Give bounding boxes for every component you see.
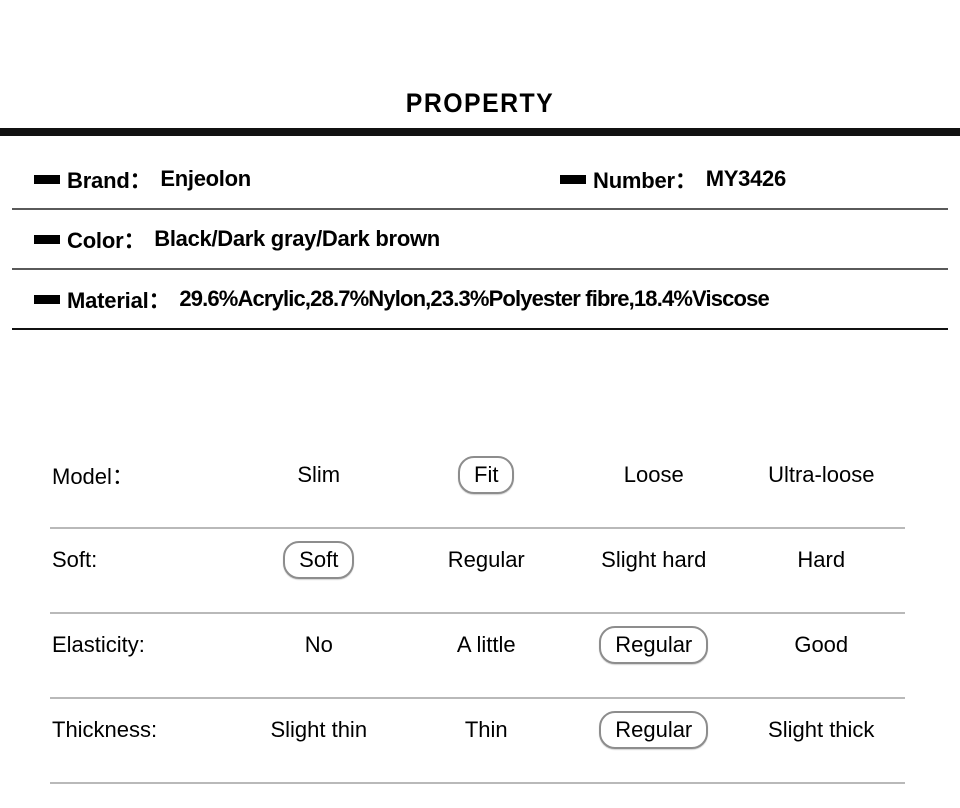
option-label: Slight thin: [270, 717, 368, 742]
attribute-options-soft: Soft Regular Slight hard Hard: [235, 529, 905, 591]
option-label: Regular: [599, 711, 709, 749]
attribute-row-soft: Soft: Soft Regular Slight hard Hard: [50, 529, 905, 614]
title-divider-bar: [0, 128, 960, 136]
attribute-options-thickness: Slight thin Thin Regular Slight thick: [235, 699, 905, 761]
spec-value-brand: Enjeolon: [160, 166, 251, 191]
option-thickness-3[interactable]: Slight thick: [738, 713, 906, 747]
option-model-0[interactable]: Slim: [235, 458, 403, 492]
spec-item-brand: Brand： Enjeolon: [34, 150, 251, 208]
option-soft-2[interactable]: Slight hard: [570, 543, 738, 577]
option-label: Thin: [464, 717, 508, 742]
option-label: Hard: [797, 547, 846, 572]
option-label: Slight hard: [601, 547, 707, 572]
option-label: Loose: [623, 462, 684, 487]
spec-label-brand: Brand：: [67, 168, 152, 193]
spec-row-material: Material： 29.6%Acrylic,28.7%Nylon,23.3%P…: [12, 270, 948, 330]
spec-item-color: Color： Black/Dark gray/Dark brown: [34, 210, 440, 268]
attribute-options-elasticity: No A little Regular Good: [235, 614, 905, 676]
attribute-label-soft: Soft:: [52, 547, 98, 572]
dash-bullet-icon: [34, 174, 60, 184]
option-label: Regular: [599, 626, 709, 664]
spec-row-brand-number: Brand： Enjeolon Number： MY3426: [12, 150, 948, 210]
spec-label-material: Material：: [67, 288, 171, 313]
option-thickness-1[interactable]: Thin: [403, 713, 571, 747]
option-label: No: [304, 632, 333, 657]
option-label: Fit: [458, 456, 515, 494]
option-label: Ultra-loose: [768, 462, 875, 487]
spec-label-number: Number：: [593, 168, 697, 193]
spec-value-material: 29.6%Acrylic,28.7%Nylon,23.3%Polyester f…: [179, 286, 769, 311]
spec-value-number: MY3426: [705, 166, 786, 191]
option-elasticity-3[interactable]: Good: [738, 628, 906, 662]
option-label: Good: [794, 632, 849, 657]
attribute-row-elasticity: Elasticity: No A little Regular Good: [50, 614, 905, 699]
option-label: Soft: [283, 541, 355, 579]
spec-value-color: Black/Dark gray/Dark brown: [154, 226, 440, 251]
dash-bullet-icon: [560, 174, 586, 184]
attribute-label-model: Model：: [52, 464, 134, 489]
option-thickness-0[interactable]: Slight thin: [235, 713, 403, 747]
dash-bullet-icon: [34, 294, 60, 304]
option-elasticity-2[interactable]: Regular: [570, 626, 738, 664]
specification-list: Brand： Enjeolon Number： MY3426 Color： Bl…: [0, 150, 960, 330]
attribute-row-thickness: Thickness: Slight thin Thin Regular Slig…: [50, 699, 905, 784]
option-model-1[interactable]: Fit: [403, 456, 571, 494]
option-model-3[interactable]: Ultra-loose: [738, 458, 906, 492]
spec-item-number: Number： MY3426: [560, 150, 786, 208]
option-soft-1[interactable]: Regular: [403, 543, 571, 577]
attribute-row-model: Model： Slim Fit Loose Ultra-loose: [50, 444, 905, 529]
option-label: Regular: [447, 547, 525, 572]
attribute-label-thickness: Thickness:: [52, 717, 158, 742]
dash-bullet-icon: [34, 234, 60, 244]
option-label: Slim: [297, 462, 341, 487]
option-label: Slight thick: [768, 717, 875, 742]
spec-row-color: Color： Black/Dark gray/Dark brown: [12, 210, 948, 270]
attribute-options-model: Slim Fit Loose Ultra-loose: [235, 444, 905, 506]
page-title: PROPERTY: [405, 88, 555, 118]
attribute-label-elasticity: Elasticity:: [52, 632, 145, 657]
option-soft-0[interactable]: Soft: [235, 541, 403, 579]
option-soft-3[interactable]: Hard: [738, 543, 906, 577]
spec-item-material: Material： 29.6%Acrylic,28.7%Nylon,23.3%P…: [34, 270, 770, 328]
option-label: A little: [456, 632, 516, 657]
spec-label-color: Color：: [67, 228, 146, 253]
option-elasticity-0[interactable]: No: [235, 628, 403, 662]
attribute-table: Model： Slim Fit Loose Ultra-loose Soft: …: [50, 444, 905, 784]
option-model-2[interactable]: Loose: [570, 458, 738, 492]
option-thickness-2[interactable]: Regular: [570, 711, 738, 749]
option-elasticity-1[interactable]: A little: [403, 628, 571, 662]
